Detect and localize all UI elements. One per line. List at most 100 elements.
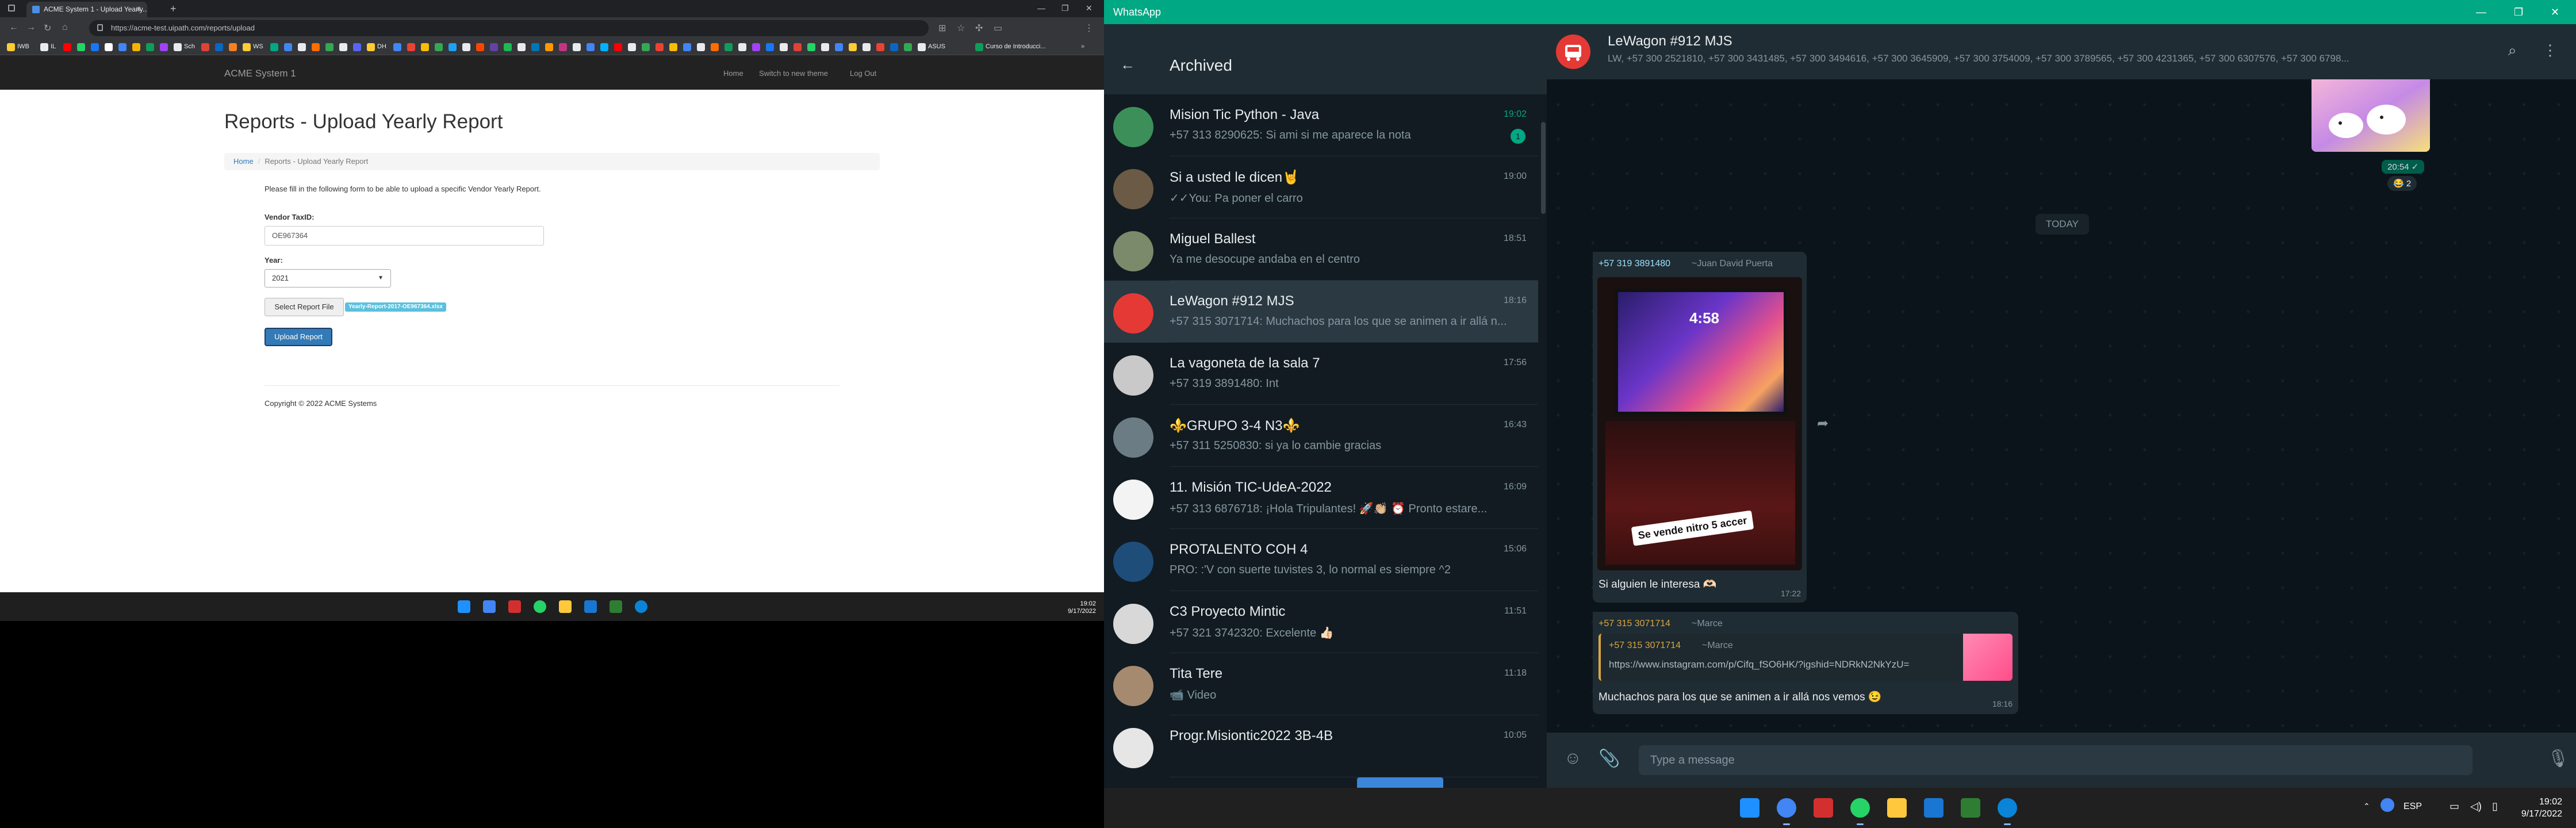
windows-start-icon[interactable] [1740,798,1759,818]
chrome-icon[interactable] [1777,798,1796,818]
bookmark-icon[interactable] [642,43,650,51]
maximize-icon[interactable]: ❐ [1061,3,1069,13]
tray-app-icon[interactable] [2380,798,2394,812]
volume-icon[interactable]: ◁) [2470,800,2482,812]
chat-list-item[interactable]: LeWagon #912 MJS +57 315 3071714: Muchach… [1104,281,1538,343]
chat-avatar[interactable] [1113,542,1153,582]
search-icon[interactable]: ⌕ [2508,41,2517,60]
bookmark-icon[interactable] [904,43,912,51]
bookmark-icon[interactable] [876,43,884,51]
close-window-icon[interactable]: ✕ [2551,0,2559,24]
home-icon[interactable]: ⌂ [62,22,68,33]
close-tab-icon[interactable]: ✕ [136,2,141,17]
bookmark-icon[interactable] [862,43,871,51]
bookmark-dh[interactable]: DH [377,43,386,50]
attach-icon[interactable]: 📎 [1598,749,1620,769]
app-icon[interactable] [584,600,597,613]
bookmark-icon[interactable] [711,43,719,51]
acrobat-icon[interactable] [1814,798,1833,818]
chat-avatar[interactable] [1113,231,1153,271]
bookmark-icon[interactable] [215,43,223,51]
bookmark-il[interactable]: IL [51,43,56,50]
close-window-icon[interactable]: ✕ [1086,3,1092,13]
chat-list-item[interactable]: La vagoneta de la sala 7 +57 319 3891480:… [1104,343,1538,405]
bookmark-sch[interactable]: Sch [184,43,195,50]
chat-avatar[interactable] [1113,107,1153,147]
bookmark-icon[interactable] [490,43,498,51]
bookmark-icon[interactable] [476,43,484,51]
bookmark-icon[interactable] [421,43,429,51]
reload-icon[interactable]: ↻ [44,22,51,34]
bookmark-icon[interactable] [367,43,375,51]
extension-icon[interactable]: ⊞ [938,22,946,34]
chat-avatar[interactable] [1113,293,1153,334]
bookmarks-overflow-icon[interactable]: » [1081,43,1084,50]
bookmark-icon[interactable] [545,43,553,51]
message-sender[interactable]: +57 319 3891480 [1598,259,1670,269]
bookmark-icon[interactable] [614,43,622,51]
message-input[interactable]: Type a message [1639,745,2472,775]
bookmark-icon[interactable] [201,43,209,51]
bookmark-icon[interactable] [91,43,99,51]
forward-icon[interactable]: ➦ [1817,415,1828,432]
emoji-icon[interactable]: ☺ [1564,749,1582,768]
bookmark-icon[interactable] [312,43,320,51]
bookmark-icon[interactable] [325,43,334,51]
bookmark-icon[interactable] [766,43,774,51]
bookmark-icon[interactable] [821,43,829,51]
bookmark-icon[interactable] [531,43,539,51]
chat-list-item[interactable]: ⚜️GRUPO 3-4 N3⚜️ +57 311 5250830: si ya l… [1104,405,1538,467]
menu-icon[interactable]: ⋮ [1084,22,1094,34]
bookmark-icon[interactable] [40,43,48,51]
bookmark-icon[interactable] [160,43,168,51]
chat-list-item[interactable]: PROTALENTO COH 4 PRO: :'V con suerte tuvi… [1104,529,1538,591]
bookmark-asus[interactable]: ASUS [928,43,945,50]
nav-switch-theme[interactable]: Switch to new theme [759,69,828,78]
sidepanel-icon[interactable]: ▭ [994,22,1002,34]
bookmark-icon[interactable] [724,43,733,51]
bookmark-icon[interactable] [270,43,278,51]
bookmark-icon[interactable] [132,43,140,51]
app-icon[interactable] [1924,798,1943,818]
battery-icon[interactable]: ▯ [2492,800,2498,812]
url-input[interactable]: https://acme-test.uipath.com/reports/upl… [89,20,929,36]
pycharm-icon[interactable] [610,600,622,613]
pycharm-icon[interactable] [1961,798,1980,818]
bookmark-icon[interactable] [407,43,415,51]
scrollbar-thumb[interactable] [1541,122,1546,214]
chat-avatar[interactable] [1113,604,1153,644]
bookmark-icon[interactable] [504,43,512,51]
tab-acme[interactable]: ACME System 1 - Upload Yearly... ✕ [26,2,147,17]
bookmark-star-icon[interactable]: ☆ [957,22,965,34]
bookmark-icon[interactable] [793,43,802,51]
forward-icon[interactable]: → [26,22,36,33]
bookmark-icon[interactable] [628,43,636,51]
tray-chevron-icon[interactable]: ⌃ [2363,802,2370,811]
bookmark-icon[interactable] [849,43,857,51]
incoming-text-message[interactable]: +57 315 3071714 ~Marce +57 315 3071714 ~… [1593,612,2018,714]
chat-list-item[interactable]: Tita Tere 📹 Video 11:18 [1104,653,1538,715]
breadcrumb-home[interactable]: Home [233,157,254,166]
quoted-message[interactable]: +57 315 3071714 ~Marce https://www.insta… [1598,634,2012,681]
chat-avatar[interactable] [1113,355,1153,396]
chat-list-item[interactable]: Mision Tic Python - Java +57 313 8290625:… [1104,94,1538,156]
windows-start-icon[interactable] [458,600,470,613]
bookmark-icon[interactable] [573,43,581,51]
right-clock[interactable]: 19:02 9/17/2022 [2521,796,2562,820]
network-icon[interactable]: ▭ [2450,800,2459,812]
bookmark-icon[interactable] [738,43,746,51]
microphone-icon[interactable]: 🎙 [2547,749,2569,769]
bookmark-icon[interactable] [7,43,15,51]
edge-icon[interactable] [635,600,647,613]
acrobat-icon[interactable] [508,600,521,613]
vendor-taxid-input[interactable]: OE967364 [264,226,544,246]
chat-avatar[interactable] [1113,480,1153,520]
app-brand[interactable]: ACME System 1 [224,68,296,79]
bookmark-icon[interactable] [835,43,843,51]
upload-report-button[interactable]: Upload Report [264,328,332,346]
back-arrow-icon[interactable]: ← [1120,57,1135,72]
bookmark-icon[interactable] [975,43,983,51]
bookmark-icon[interactable] [780,43,788,51]
edge-icon[interactable] [1998,798,2017,818]
chat-avatar[interactable] [1113,169,1153,209]
